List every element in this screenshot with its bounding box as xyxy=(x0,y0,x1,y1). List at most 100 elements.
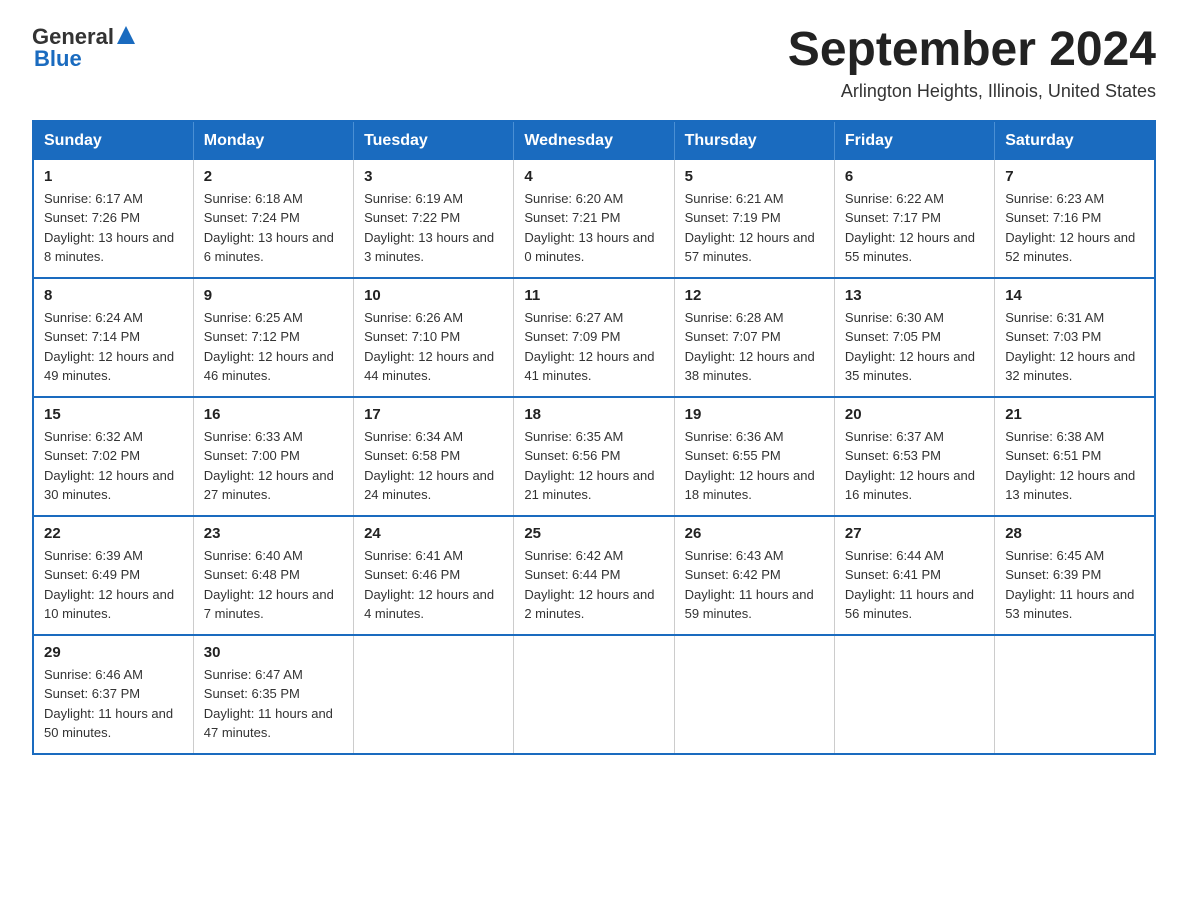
weekday-header-friday: Friday xyxy=(834,121,994,160)
day-number: 7 xyxy=(1005,168,1144,185)
page-header: General Blue September 2024 Arlington He… xyxy=(32,24,1156,102)
calendar-cell: 9 Sunrise: 6:25 AMSunset: 7:12 PMDayligh… xyxy=(193,278,353,397)
day-info: Sunrise: 6:47 AMSunset: 6:35 PMDaylight:… xyxy=(204,665,343,743)
day-number: 29 xyxy=(44,644,183,661)
day-info: Sunrise: 6:35 AMSunset: 6:56 PMDaylight:… xyxy=(524,427,663,505)
calendar-cell: 27 Sunrise: 6:44 AMSunset: 6:41 PMDaylig… xyxy=(834,516,994,635)
calendar-cell: 6 Sunrise: 6:22 AMSunset: 7:17 PMDayligh… xyxy=(834,160,994,278)
calendar-cell: 16 Sunrise: 6:33 AMSunset: 7:00 PMDaylig… xyxy=(193,397,353,516)
calendar-week-row: 29 Sunrise: 6:46 AMSunset: 6:37 PMDaylig… xyxy=(33,635,1155,754)
day-info: Sunrise: 6:41 AMSunset: 6:46 PMDaylight:… xyxy=(364,546,503,624)
calendar-cell: 29 Sunrise: 6:46 AMSunset: 6:37 PMDaylig… xyxy=(33,635,193,754)
weekday-header-thursday: Thursday xyxy=(674,121,834,160)
day-number: 14 xyxy=(1005,287,1144,304)
calendar-cell xyxy=(674,635,834,754)
weekday-header-saturday: Saturday xyxy=(995,121,1155,160)
logo-triangle-icon xyxy=(117,26,135,49)
day-info: Sunrise: 6:44 AMSunset: 6:41 PMDaylight:… xyxy=(845,546,984,624)
day-number: 13 xyxy=(845,287,984,304)
calendar-cell: 10 Sunrise: 6:26 AMSunset: 7:10 PMDaylig… xyxy=(354,278,514,397)
calendar-cell: 21 Sunrise: 6:38 AMSunset: 6:51 PMDaylig… xyxy=(995,397,1155,516)
day-number: 26 xyxy=(685,525,824,542)
calendar-cell xyxy=(834,635,994,754)
weekday-header-row: SundayMondayTuesdayWednesdayThursdayFrid… xyxy=(33,121,1155,160)
calendar-cell: 26 Sunrise: 6:43 AMSunset: 6:42 PMDaylig… xyxy=(674,516,834,635)
calendar-cell: 12 Sunrise: 6:28 AMSunset: 7:07 PMDaylig… xyxy=(674,278,834,397)
calendar-cell: 5 Sunrise: 6:21 AMSunset: 7:19 PMDayligh… xyxy=(674,160,834,278)
day-info: Sunrise: 6:34 AMSunset: 6:58 PMDaylight:… xyxy=(364,427,503,505)
day-number: 24 xyxy=(364,525,503,542)
day-info: Sunrise: 6:26 AMSunset: 7:10 PMDaylight:… xyxy=(364,308,503,386)
day-number: 19 xyxy=(685,406,824,423)
day-info: Sunrise: 6:28 AMSunset: 7:07 PMDaylight:… xyxy=(685,308,824,386)
logo: General Blue xyxy=(32,24,135,72)
day-number: 16 xyxy=(204,406,343,423)
calendar-cell xyxy=(995,635,1155,754)
calendar-week-row: 15 Sunrise: 6:32 AMSunset: 7:02 PMDaylig… xyxy=(33,397,1155,516)
day-info: Sunrise: 6:45 AMSunset: 6:39 PMDaylight:… xyxy=(1005,546,1144,624)
day-number: 15 xyxy=(44,406,183,423)
day-info: Sunrise: 6:33 AMSunset: 7:00 PMDaylight:… xyxy=(204,427,343,505)
title-section: September 2024 Arlington Heights, Illino… xyxy=(788,24,1156,102)
day-number: 9 xyxy=(204,287,343,304)
day-number: 10 xyxy=(364,287,503,304)
calendar-title: September 2024 xyxy=(788,24,1156,77)
weekday-header-wednesday: Wednesday xyxy=(514,121,674,160)
calendar-cell: 28 Sunrise: 6:45 AMSunset: 6:39 PMDaylig… xyxy=(995,516,1155,635)
day-number: 8 xyxy=(44,287,183,304)
day-info: Sunrise: 6:18 AMSunset: 7:24 PMDaylight:… xyxy=(204,189,343,267)
calendar-cell: 4 Sunrise: 6:20 AMSunset: 7:21 PMDayligh… xyxy=(514,160,674,278)
calendar-week-row: 8 Sunrise: 6:24 AMSunset: 7:14 PMDayligh… xyxy=(33,278,1155,397)
day-info: Sunrise: 6:22 AMSunset: 7:17 PMDaylight:… xyxy=(845,189,984,267)
calendar-cell: 24 Sunrise: 6:41 AMSunset: 6:46 PMDaylig… xyxy=(354,516,514,635)
day-info: Sunrise: 6:36 AMSunset: 6:55 PMDaylight:… xyxy=(685,427,824,505)
calendar-cell: 30 Sunrise: 6:47 AMSunset: 6:35 PMDaylig… xyxy=(193,635,353,754)
day-number: 25 xyxy=(524,525,663,542)
calendar-cell: 7 Sunrise: 6:23 AMSunset: 7:16 PMDayligh… xyxy=(995,160,1155,278)
day-info: Sunrise: 6:27 AMSunset: 7:09 PMDaylight:… xyxy=(524,308,663,386)
day-number: 27 xyxy=(845,525,984,542)
calendar-cell: 25 Sunrise: 6:42 AMSunset: 6:44 PMDaylig… xyxy=(514,516,674,635)
calendar-cell: 13 Sunrise: 6:30 AMSunset: 7:05 PMDaylig… xyxy=(834,278,994,397)
day-info: Sunrise: 6:38 AMSunset: 6:51 PMDaylight:… xyxy=(1005,427,1144,505)
calendar-cell: 3 Sunrise: 6:19 AMSunset: 7:22 PMDayligh… xyxy=(354,160,514,278)
day-info: Sunrise: 6:43 AMSunset: 6:42 PMDaylight:… xyxy=(685,546,824,624)
calendar-cell xyxy=(514,635,674,754)
calendar-week-row: 22 Sunrise: 6:39 AMSunset: 6:49 PMDaylig… xyxy=(33,516,1155,635)
day-number: 20 xyxy=(845,406,984,423)
calendar-cell: 15 Sunrise: 6:32 AMSunset: 7:02 PMDaylig… xyxy=(33,397,193,516)
day-number: 21 xyxy=(1005,406,1144,423)
day-number: 4 xyxy=(524,168,663,185)
day-info: Sunrise: 6:31 AMSunset: 7:03 PMDaylight:… xyxy=(1005,308,1144,386)
calendar-cell: 23 Sunrise: 6:40 AMSunset: 6:48 PMDaylig… xyxy=(193,516,353,635)
logo-blue-text: Blue xyxy=(34,46,82,72)
calendar-cell: 19 Sunrise: 6:36 AMSunset: 6:55 PMDaylig… xyxy=(674,397,834,516)
weekday-header-tuesday: Tuesday xyxy=(354,121,514,160)
day-number: 6 xyxy=(845,168,984,185)
day-info: Sunrise: 6:46 AMSunset: 6:37 PMDaylight:… xyxy=(44,665,183,743)
day-info: Sunrise: 6:39 AMSunset: 6:49 PMDaylight:… xyxy=(44,546,183,624)
weekday-header-sunday: Sunday xyxy=(33,121,193,160)
day-number: 23 xyxy=(204,525,343,542)
calendar-cell: 22 Sunrise: 6:39 AMSunset: 6:49 PMDaylig… xyxy=(33,516,193,635)
day-number: 22 xyxy=(44,525,183,542)
day-number: 18 xyxy=(524,406,663,423)
day-number: 3 xyxy=(364,168,503,185)
calendar-cell: 2 Sunrise: 6:18 AMSunset: 7:24 PMDayligh… xyxy=(193,160,353,278)
calendar-cell: 11 Sunrise: 6:27 AMSunset: 7:09 PMDaylig… xyxy=(514,278,674,397)
calendar-cell: 18 Sunrise: 6:35 AMSunset: 6:56 PMDaylig… xyxy=(514,397,674,516)
day-info: Sunrise: 6:23 AMSunset: 7:16 PMDaylight:… xyxy=(1005,189,1144,267)
day-number: 1 xyxy=(44,168,183,185)
day-info: Sunrise: 6:21 AMSunset: 7:19 PMDaylight:… xyxy=(685,189,824,267)
day-info: Sunrise: 6:24 AMSunset: 7:14 PMDaylight:… xyxy=(44,308,183,386)
calendar-table: SundayMondayTuesdayWednesdayThursdayFrid… xyxy=(32,120,1156,755)
day-number: 28 xyxy=(1005,525,1144,542)
day-info: Sunrise: 6:30 AMSunset: 7:05 PMDaylight:… xyxy=(845,308,984,386)
calendar-cell: 17 Sunrise: 6:34 AMSunset: 6:58 PMDaylig… xyxy=(354,397,514,516)
day-info: Sunrise: 6:17 AMSunset: 7:26 PMDaylight:… xyxy=(44,189,183,267)
calendar-cell: 14 Sunrise: 6:31 AMSunset: 7:03 PMDaylig… xyxy=(995,278,1155,397)
calendar-cell: 20 Sunrise: 6:37 AMSunset: 6:53 PMDaylig… xyxy=(834,397,994,516)
calendar-cell: 1 Sunrise: 6:17 AMSunset: 7:26 PMDayligh… xyxy=(33,160,193,278)
day-info: Sunrise: 6:40 AMSunset: 6:48 PMDaylight:… xyxy=(204,546,343,624)
day-info: Sunrise: 6:32 AMSunset: 7:02 PMDaylight:… xyxy=(44,427,183,505)
